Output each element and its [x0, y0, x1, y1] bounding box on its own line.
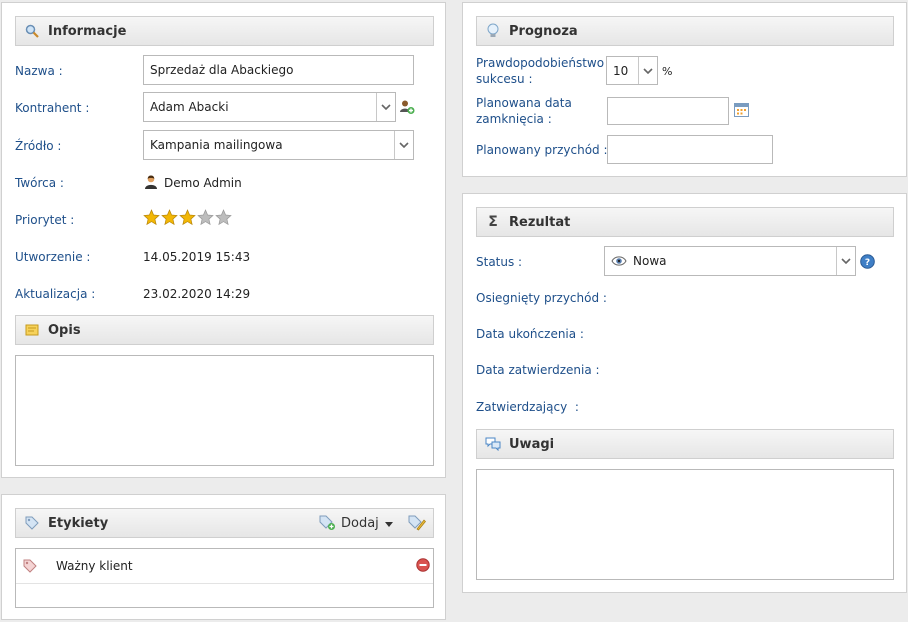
zrodlo-value: Kampania mailingowa — [150, 138, 283, 152]
data-zamkniecia-label-2: zamknięcia : — [476, 112, 552, 126]
edit-tags-icon[interactable] — [408, 515, 426, 531]
priorytet-label: Priorytet : — [15, 213, 75, 227]
etykiety-title: Etykiety — [48, 515, 109, 531]
rezultat-title: Rezultat — [509, 214, 571, 230]
kontrahent-value: Adam Abacki — [150, 100, 229, 114]
informacje-title: Informacje — [48, 23, 127, 39]
prawdopodobienstwo-select[interactable]: 10 — [606, 56, 658, 85]
przychod-label: Planowany przychód : — [476, 143, 608, 157]
user-icon — [143, 174, 159, 190]
przychod-input[interactable] — [607, 135, 773, 164]
utworzenie-value: 14.05.2019 15:43 — [143, 250, 251, 264]
star-empty-icon[interactable] — [215, 209, 232, 227]
prognoza-panel: Prognoza Prawdopodobieństwo sukcesu : 10… — [462, 2, 907, 177]
sigma-icon: Σ — [488, 214, 498, 230]
opis-header: Opis — [15, 315, 434, 345]
rezultat-header: Σ Rezultat — [476, 207, 894, 237]
tworca-label: Twórca : — [15, 176, 64, 190]
add-contact-icon[interactable] — [399, 99, 415, 115]
kontrahent-label: Kontrahent : — [15, 101, 90, 115]
osiagniety-przychod-label: Osiegnięty przychód : — [476, 291, 607, 305]
etykiety-panel: Etykiety Dodaj Ważny klient — [1, 494, 446, 620]
nazwa-input[interactable]: Sprzedaż dla Abackiego — [143, 55, 414, 85]
star-empty-icon[interactable] — [197, 209, 214, 227]
star-filled-icon[interactable] — [143, 209, 160, 227]
zrodlo-label: Źródło : — [15, 139, 62, 153]
data-zamkniecia-input[interactable] — [607, 97, 729, 125]
prognoza-title: Prognoza — [509, 23, 578, 39]
add-tag-label: Dodaj — [341, 515, 379, 531]
tags-list: Ważny klient — [15, 548, 434, 608]
list-item: Ważny klient — [16, 549, 433, 584]
nazwa-label: Nazwa : — [15, 64, 63, 78]
uwagi-header: Uwagi — [476, 429, 894, 459]
zrodlo-select[interactable]: Kampania mailingowa — [143, 130, 414, 160]
help-icon[interactable]: ? — [860, 254, 875, 269]
informacje-panel: Informacje Nazwa : Sprzedaż dla Abackieg… — [1, 2, 446, 478]
nazwa-value: Sprzedaż dla Abackiego — [150, 63, 294, 77]
prognoza-header: Prognoza — [476, 16, 894, 46]
calendar-icon[interactable] — [734, 103, 749, 117]
kontrahent-select[interactable]: Adam Abacki — [143, 92, 396, 122]
chevron-down-icon[interactable] — [836, 247, 855, 275]
status-label: Status : — [476, 255, 523, 269]
data-ukonczenia-label: Data ukończenia : — [476, 327, 584, 341]
tag-icon — [24, 515, 40, 531]
add-tag-button[interactable]: Dodaj — [319, 515, 393, 531]
prawdopodobienstwo-label-1: Prawdopodobieństwo — [476, 56, 605, 70]
aktualizacja-value: 23.02.2020 14:29 — [143, 287, 251, 301]
status-value: Nowa — [633, 254, 667, 268]
uwagi-textarea[interactable] — [476, 469, 894, 580]
tag-item-icon — [23, 559, 37, 576]
etykiety-header: Etykiety Dodaj — [15, 508, 434, 538]
eye-icon — [611, 255, 627, 267]
caret-down-icon — [384, 516, 393, 531]
opis-title: Opis — [48, 322, 81, 338]
opis-textarea[interactable] — [15, 355, 434, 466]
percent-sign: % — [662, 65, 673, 78]
aktualizacja-label: Aktualizacja : — [15, 287, 96, 301]
note-icon — [24, 322, 40, 338]
chevron-down-icon[interactable] — [394, 131, 413, 159]
informacje-header: Informacje — [15, 16, 434, 46]
rezultat-panel: Σ Rezultat Status : Nowa ? Osiegnięty pr… — [462, 193, 907, 593]
zatwierdzajacy-label: Zatwierdzający : — [476, 400, 579, 414]
utworzenie-label: Utworzenie : — [15, 250, 91, 264]
uwagi-title: Uwagi — [509, 436, 555, 452]
svg-text:?: ? — [865, 258, 870, 268]
priority-stars[interactable] — [143, 209, 233, 227]
star-filled-icon[interactable] — [161, 209, 178, 227]
lightbulb-icon — [485, 23, 501, 39]
chevron-down-icon[interactable] — [638, 57, 657, 84]
tag-label: Ważny klient — [56, 559, 133, 573]
star-filled-icon[interactable] — [179, 209, 196, 227]
data-zamkniecia-label-1: Planowana data — [476, 96, 572, 110]
magnifier-icon — [24, 23, 40, 39]
data-zatwierdzenia-label: Data zatwierdzenia : — [476, 363, 600, 377]
remove-icon[interactable] — [416, 558, 430, 572]
prawdopodobienstwo-label-2: sukcesu : — [476, 72, 533, 86]
tworca-value: Demo Admin — [164, 176, 242, 190]
tag-add-icon — [319, 515, 337, 531]
prawdopodobienstwo-value: 10 — [613, 63, 629, 78]
status-select[interactable]: Nowa — [604, 246, 856, 276]
chevron-down-icon[interactable] — [376, 93, 395, 121]
speech-bubbles-icon — [485, 436, 501, 452]
